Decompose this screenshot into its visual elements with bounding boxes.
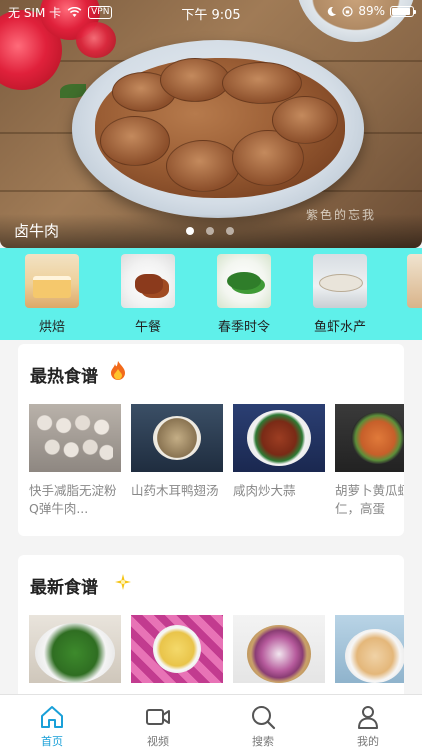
beef-slice (272, 96, 338, 144)
moon-icon (328, 6, 337, 16)
battery-percent: 89% (358, 4, 385, 18)
category-item[interactable]: 更 (406, 254, 422, 335)
carousel-dot[interactable] (206, 227, 214, 235)
carousel-dots (186, 227, 234, 235)
carousel-dot[interactable] (226, 227, 234, 235)
section-title: 最新食谱 (30, 578, 98, 598)
recipe-image (29, 615, 121, 683)
status-right: 89% (326, 4, 416, 18)
battery-level (392, 7, 410, 15)
home-icon (22, 703, 82, 731)
category-item[interactable]: 午餐 (120, 254, 176, 335)
tab-label: 我的 (357, 735, 379, 748)
recipe-name: 胡萝卜黄瓜虾仁，高蛋 (335, 483, 404, 516)
recipe-name: 快手减脂无淀粉Q弹牛肉... (29, 483, 117, 516)
category-label: 烘焙 (38, 320, 65, 335)
tab-video[interactable]: 视频 (128, 703, 188, 749)
category-label: 春季时令 (217, 320, 270, 335)
category-label: 午餐 (134, 320, 161, 335)
tab-home[interactable]: 首页 (22, 703, 82, 749)
tab-label: 首页 (41, 735, 63, 748)
tab-profile[interactable]: 我的 (338, 703, 398, 749)
recipe-image (29, 404, 121, 472)
battery-icon (390, 5, 416, 17)
carousel-dot[interactable] (186, 227, 194, 235)
category-label: 鱼虾水产 (313, 320, 366, 335)
category-item[interactable]: 春季时令 (216, 254, 272, 335)
beef-slice (160, 58, 230, 102)
tab-search[interactable]: 搜索 (233, 703, 293, 749)
video-icon (128, 703, 188, 731)
category-thumbnail (121, 254, 175, 308)
category-strip: 烘焙 午餐 春季时令 鱼虾水产 更 (0, 248, 422, 340)
bottom-tab-bar: 首页 视频 搜索 我的 (0, 694, 422, 750)
hot-recipes-section: 最热食谱 快手减脂无淀粉Q弹牛肉... 山药木耳鸭翅汤 咸肉炒大蒜 胡萝卜黄瓜虾… (18, 344, 404, 536)
tab-label: 搜索 (252, 735, 274, 748)
fire-icon (108, 360, 128, 387)
recipe-name: 咸肉炒大蒜 (233, 483, 296, 498)
banner-caption: 卤牛肉 (14, 222, 60, 240)
recipe-image (131, 615, 223, 683)
beef-slice (166, 140, 240, 192)
recipe-image (233, 615, 325, 683)
recipe-card[interactable]: 咸肉炒大蒜 (233, 404, 325, 518)
recipe-card[interactable] (335, 615, 404, 683)
section-title: 最热食谱 (30, 367, 98, 387)
recipe-name: 山药木耳鸭翅汤 (131, 483, 219, 498)
orientation-lock-icon (342, 5, 353, 17)
new-recipes-section: 最新食谱 (18, 555, 404, 705)
recipe-card[interactable]: 山药木耳鸭翅汤 (131, 404, 223, 518)
recipe-image (335, 404, 404, 472)
hero-banner[interactable]: 紫色的忘我 卤牛肉 (0, 0, 422, 248)
recipe-card[interactable] (131, 615, 223, 683)
recipe-card[interactable] (29, 615, 121, 683)
rose-image (76, 22, 116, 58)
recipe-card[interactable]: 胡萝卜黄瓜虾仁，高蛋 (335, 404, 404, 518)
recipe-image (335, 615, 404, 683)
recipe-image (233, 404, 325, 472)
recipe-card[interactable] (233, 615, 325, 683)
sparkle-icon (114, 573, 132, 596)
category-thumbnail (313, 254, 367, 308)
recipe-home-screen: 紫色的忘我 卤牛肉 无 SIM 卡 VPN 下午 9:05 (0, 0, 422, 750)
category-item[interactable]: 鱼虾水产 (312, 254, 368, 335)
status-bar: 无 SIM 卡 VPN 下午 9:05 89% (0, 0, 422, 24)
tab-label: 视频 (147, 735, 169, 748)
recipe-image (131, 404, 223, 472)
category-item[interactable]: 烘焙 (24, 254, 80, 335)
category-thumbnail (407, 254, 422, 308)
category-thumbnail (217, 254, 271, 308)
profile-icon (338, 703, 398, 731)
search-icon (233, 703, 293, 731)
category-thumbnail (25, 254, 79, 308)
category-label: 更 (392, 316, 422, 335)
beef-slice (100, 116, 170, 166)
recipe-card[interactable]: 快手减脂无淀粉Q弹牛肉... (29, 404, 121, 518)
